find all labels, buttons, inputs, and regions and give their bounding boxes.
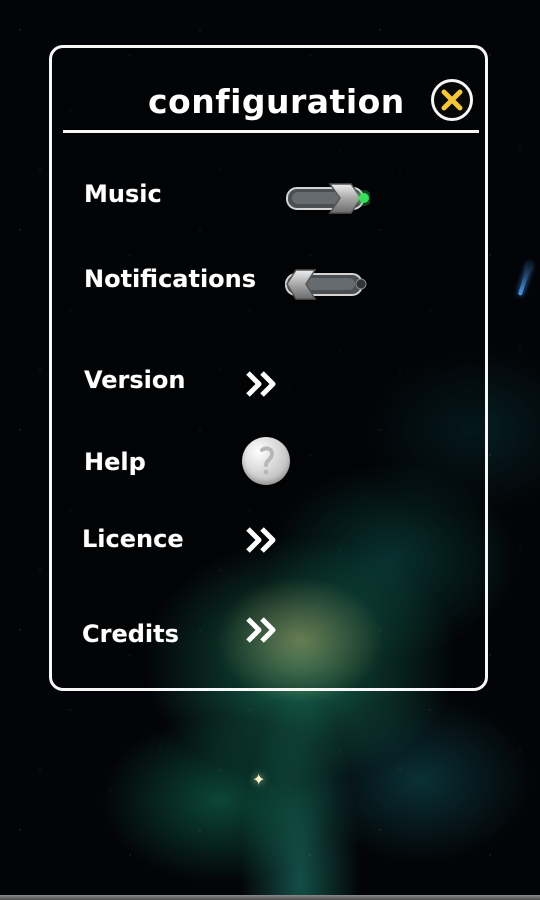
- licence-label: Licence: [82, 525, 184, 553]
- help-circle-icon: [260, 446, 274, 475]
- configuration-panel: configuration Music Notifications Versio…: [49, 45, 488, 691]
- version-label: Version: [84, 366, 186, 394]
- comet-streak: [517, 262, 533, 296]
- double-chevron-right-icon[interactable]: [245, 616, 279, 644]
- bottom-bar: [0, 895, 540, 900]
- close-x-icon: [441, 89, 463, 111]
- close-button[interactable]: [431, 79, 473, 121]
- notifications-label: Notifications: [84, 265, 257, 293]
- configuration-screen: ✦ configuration Music Notifications Vers…: [0, 0, 540, 900]
- panel-title: configuration: [148, 82, 405, 121]
- music-label: Music: [84, 180, 162, 208]
- help-label: Help: [84, 448, 146, 476]
- double-chevron-right-icon[interactable]: [245, 526, 279, 554]
- sparkle-icon: ✦: [252, 770, 266, 789]
- music-toggle[interactable]: [282, 180, 370, 217]
- notifications-toggle[interactable]: [279, 266, 367, 303]
- help-button[interactable]: [242, 437, 290, 485]
- title-divider: [63, 130, 479, 133]
- double-chevron-right-icon[interactable]: [245, 370, 279, 398]
- credits-label: Credits: [82, 620, 179, 648]
